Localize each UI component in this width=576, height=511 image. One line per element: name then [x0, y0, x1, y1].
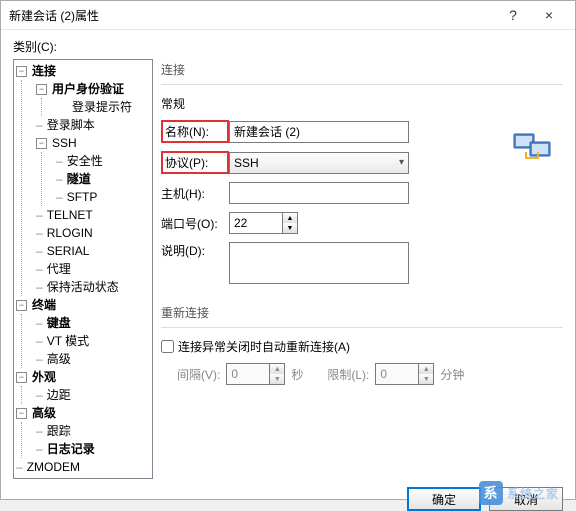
tree-node-advanced[interactable]: −高级	[16, 404, 150, 422]
tree-node-terminal[interactable]: −终端	[16, 296, 150, 314]
description-label: 说明(D):	[161, 242, 229, 259]
auto-reconnect-input[interactable]	[161, 340, 174, 353]
cancel-button[interactable]: 取消	[489, 487, 563, 511]
spin-up-icon: ▲	[270, 364, 284, 374]
limit-input	[375, 363, 419, 385]
section-title: 连接	[161, 59, 563, 85]
tree-node-connection[interactable]: −连接	[16, 62, 150, 80]
protocol-select[interactable]: SSH ▾	[229, 152, 409, 174]
spin-up-icon: ▲	[419, 364, 433, 374]
description-textarea[interactable]	[229, 242, 409, 284]
seconds-label: 秒	[291, 366, 303, 383]
dialog-window: 新建会话 (2)属性 ? × 类别(C): −连接 −用户身份验证	[0, 0, 576, 500]
host-label: 主机(H):	[161, 185, 229, 202]
limit-spinner[interactable]: ▲▼	[375, 363, 434, 385]
tree-node-keepalive[interactable]: –保持活动状态	[36, 278, 150, 296]
dialog-body: 类别(C): −连接 −用户身份验证 登录提示符	[1, 30, 575, 487]
collapse-icon[interactable]: −	[16, 372, 27, 383]
interval-spinner[interactable]: ▲▼	[226, 363, 285, 385]
limit-label: 限制(L):	[327, 366, 369, 383]
titlebar: 新建会话 (2)属性 ? ×	[1, 1, 575, 30]
port-label: 端口号(O):	[161, 215, 229, 232]
collapse-icon[interactable]: −	[36, 84, 47, 95]
tree-node-serial[interactable]: –SERIAL	[36, 242, 150, 260]
window-title: 新建会话 (2)属性	[9, 7, 495, 24]
connection-icon	[512, 128, 554, 167]
tree-node-login-script[interactable]: –登录脚本	[36, 116, 150, 134]
ok-button[interactable]: 确定	[407, 487, 481, 511]
tree-node-sftp[interactable]: –SFTP	[56, 188, 150, 206]
name-label: 名称(N):	[161, 120, 229, 143]
tree-node-rlogin[interactable]: –RLOGIN	[36, 224, 150, 242]
tree-node-tunnel[interactable]: –隧道	[56, 170, 150, 188]
tree-node-margin[interactable]: –边距	[36, 386, 150, 404]
interval-label: 间隔(V):	[177, 366, 220, 383]
host-input[interactable]	[229, 182, 409, 204]
tree-node-vt-mode[interactable]: –VT 模式	[36, 332, 150, 350]
auto-reconnect-label: 连接异常关闭时自动重新连接(A)	[178, 338, 350, 355]
tree-node-login-prompt[interactable]: 登录提示符	[56, 98, 150, 116]
port-input[interactable]	[229, 212, 283, 234]
protocol-value: SSH	[234, 156, 259, 170]
tree-node-trace[interactable]: –跟踪	[36, 422, 150, 440]
tree-node-advanced-term[interactable]: –高级	[36, 350, 150, 368]
tree-node-user-auth[interactable]: −用户身份验证	[36, 80, 150, 98]
spin-down-icon: ▼	[270, 374, 284, 384]
chevron-down-icon: ▾	[399, 157, 404, 168]
spin-down-icon[interactable]: ▼	[283, 223, 297, 233]
minutes-label: 分钟	[440, 366, 464, 383]
tree-node-keyboard[interactable]: –键盘	[36, 314, 150, 332]
collapse-icon[interactable]: −	[16, 300, 27, 311]
collapse-icon[interactable]: −	[16, 408, 27, 419]
group-general-label: 常规	[161, 95, 563, 112]
spin-down-icon: ▼	[419, 374, 433, 384]
general-form: 名称(N): 协议(P): SSH ▾	[161, 120, 563, 284]
interval-input	[226, 363, 270, 385]
collapse-icon[interactable]: −	[16, 66, 27, 77]
reconnect-title: 重新连接	[161, 302, 563, 328]
dialog-footer: 确定 取消 系系统之家	[1, 487, 575, 511]
reconnect-fields: 间隔(V): ▲▼ 秒 限制(L): ▲▼ 分钟	[161, 363, 563, 385]
spin-up-icon[interactable]: ▲	[283, 213, 297, 223]
content-panel: 连接 常规 名称(N): 协议(P):	[161, 59, 563, 479]
auto-reconnect-checkbox[interactable]: 连接异常关闭时自动重新连接(A)	[161, 338, 563, 355]
tree-node-telnet[interactable]: –TELNET	[36, 206, 150, 224]
tree-node-appearance[interactable]: −外观	[16, 368, 150, 386]
tree-node-logging[interactable]: –日志记录	[36, 440, 150, 458]
category-label: 类别(C):	[13, 38, 563, 55]
name-input[interactable]	[229, 121, 409, 143]
port-spinner[interactable]: ▲▼	[229, 212, 298, 234]
tree-node-zmodem[interactable]: –ZMODEM	[16, 458, 150, 476]
category-tree[interactable]: −连接 −用户身份验证 登录提示符 –登录脚本	[13, 59, 153, 479]
protocol-label: 协议(P):	[161, 151, 229, 174]
help-button[interactable]: ?	[495, 1, 531, 29]
main-area: −连接 −用户身份验证 登录提示符 –登录脚本	[13, 59, 563, 479]
close-button[interactable]: ×	[531, 1, 567, 29]
collapse-icon[interactable]: −	[36, 138, 47, 149]
tree-node-ssh[interactable]: −SSH	[36, 134, 150, 152]
reconnect-group: 重新连接 连接异常关闭时自动重新连接(A) 间隔(V): ▲▼ 秒 限制(L	[161, 302, 563, 385]
tree-node-security[interactable]: –安全性	[56, 152, 150, 170]
tree-node-proxy[interactable]: –代理	[36, 260, 150, 278]
